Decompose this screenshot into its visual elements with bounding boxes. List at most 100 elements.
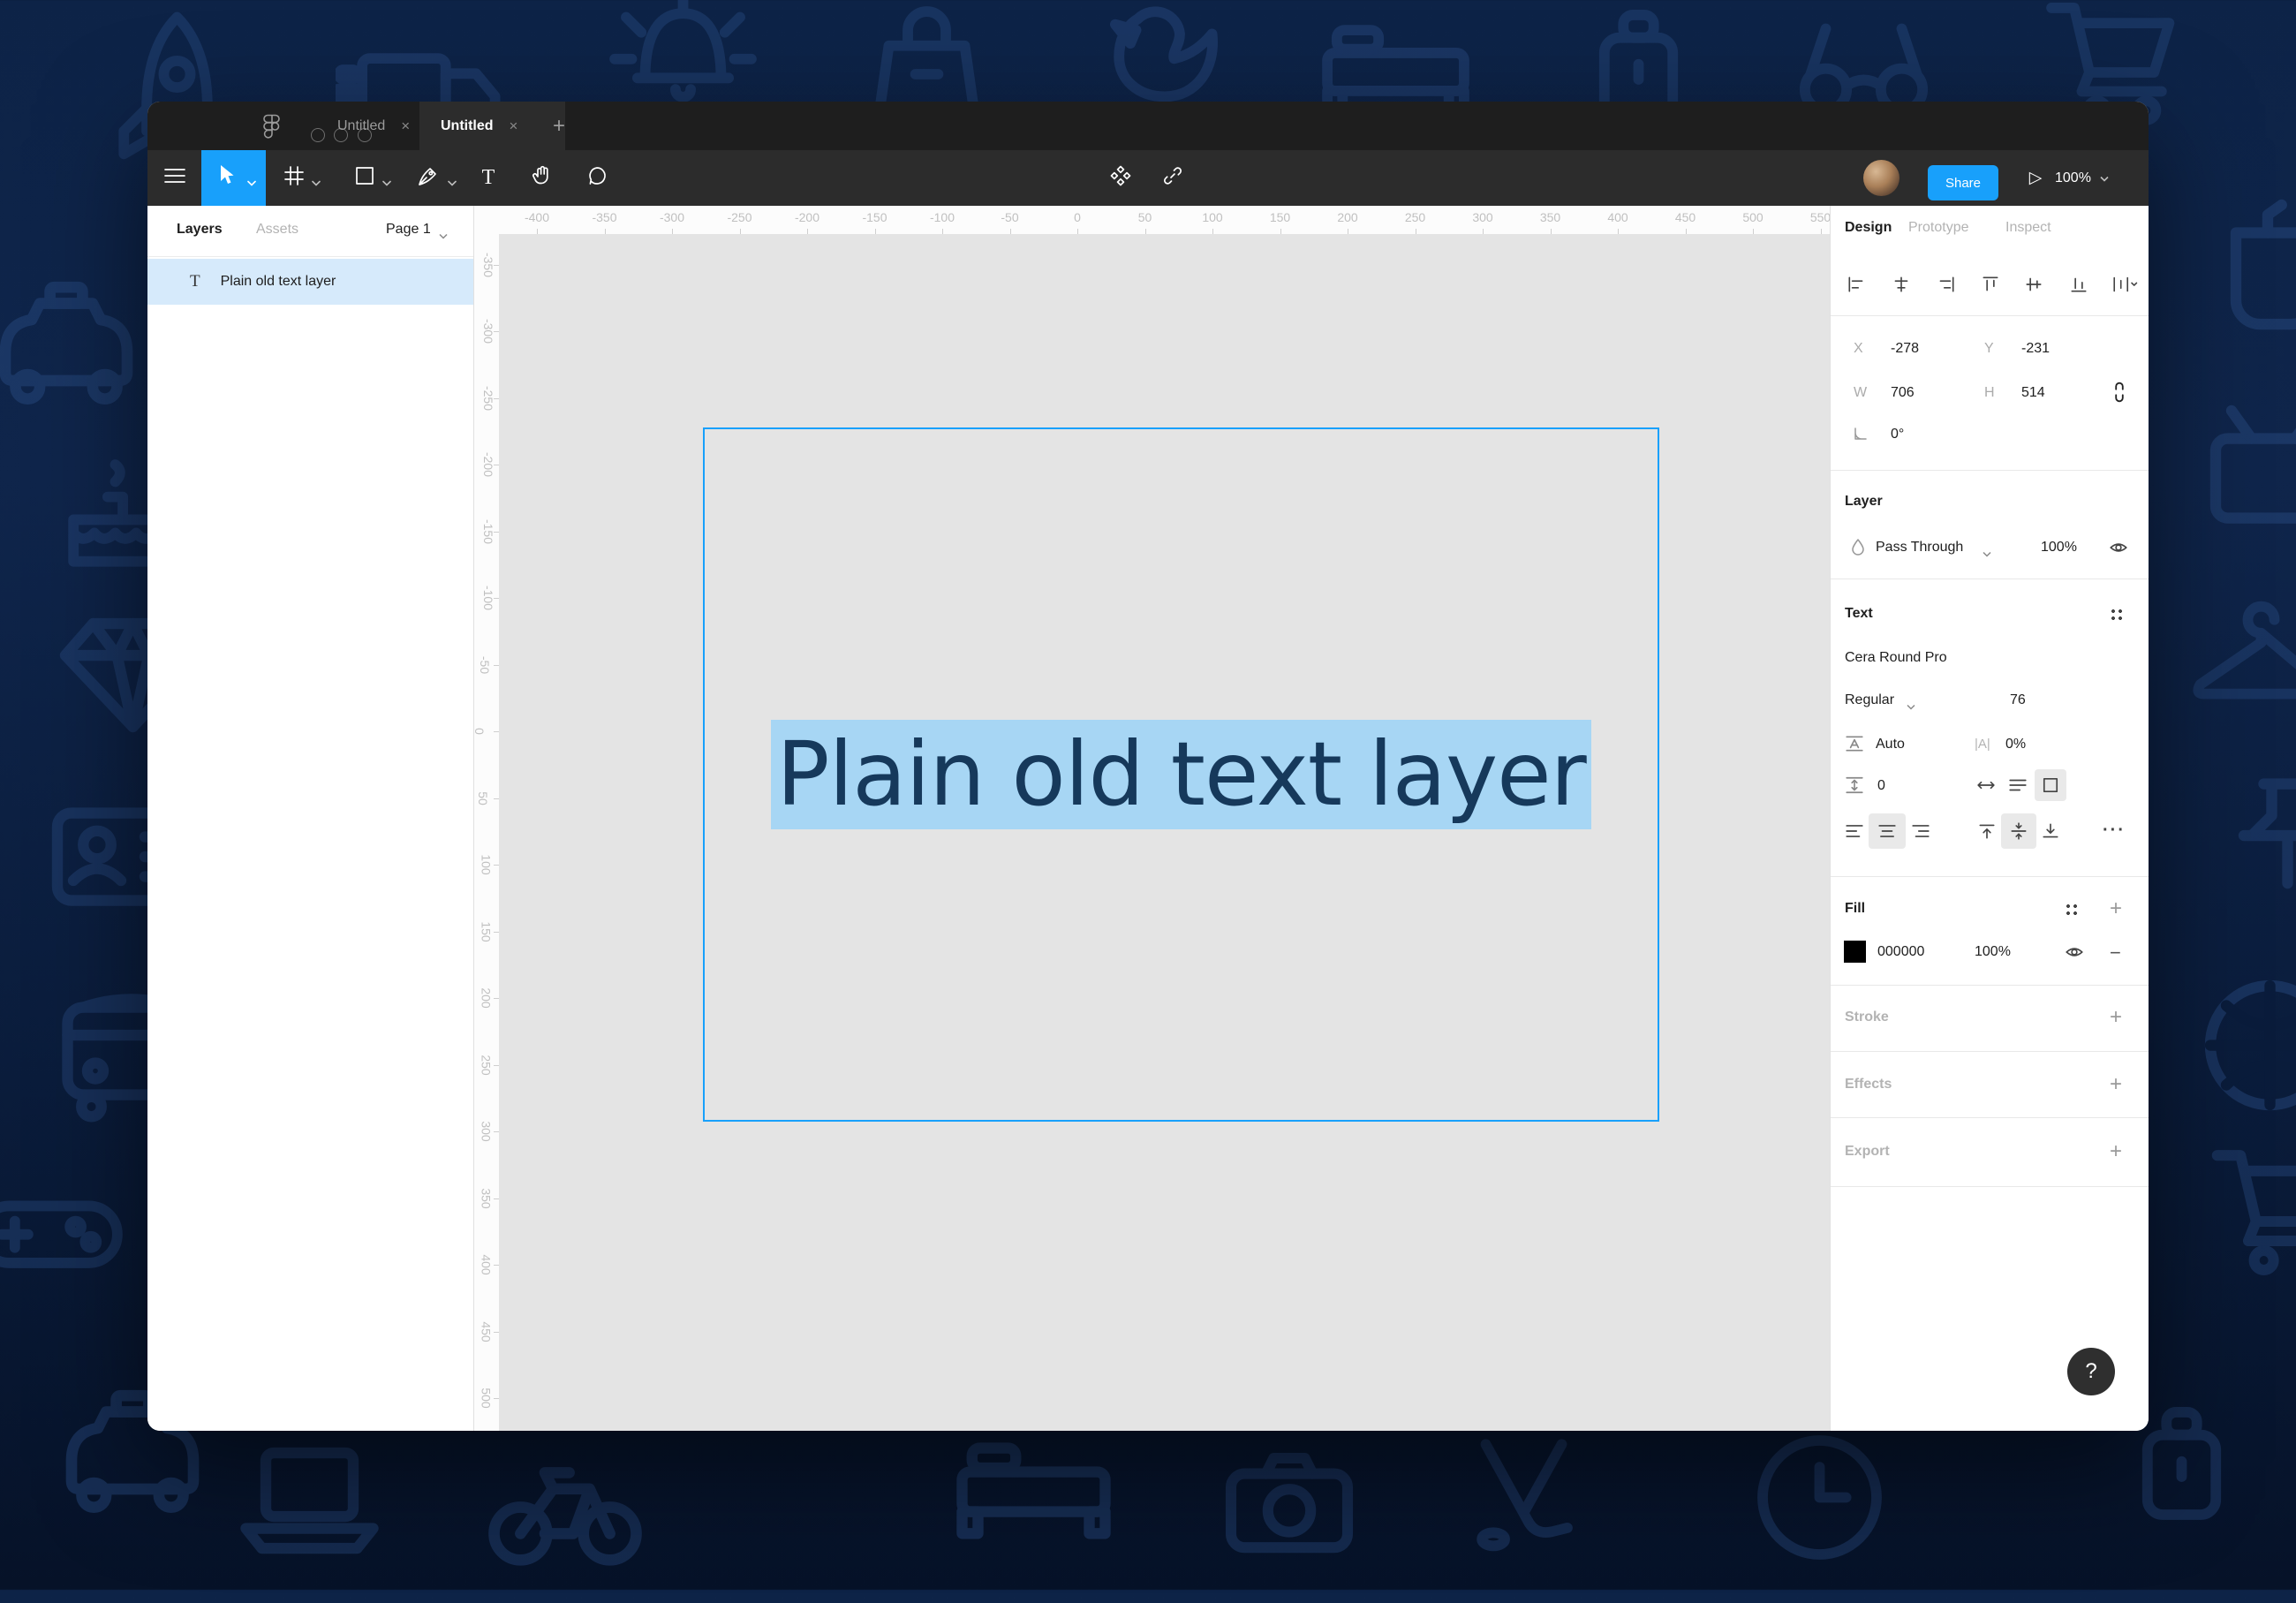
canvas-text-layer[interactable]: Plain old text layer [771, 720, 1591, 829]
text-tool-button[interactable]: T [472, 150, 504, 206]
tab-assets[interactable]: Assets [256, 222, 298, 238]
h-value[interactable]: 514 [2021, 385, 2045, 401]
paragraph-spacing-icon [1845, 775, 1864, 799]
h-ruler-label: 450 [1675, 210, 1696, 224]
layers-panel: Layers Assets Page 1 T Plain old text la… [147, 206, 474, 1431]
y-value[interactable]: -231 [2021, 341, 2050, 357]
align-left-button[interactable] [1847, 275, 1866, 299]
text-align-left-button[interactable] [1845, 822, 1864, 844]
tab-label: Untitled [441, 118, 494, 134]
main-menu-button[interactable] [155, 150, 195, 206]
share-button[interactable]: Share [1928, 165, 1998, 200]
type-details-button[interactable]: ··· [2103, 820, 2126, 841]
tab-untitled-1[interactable]: Untitled × [337, 102, 410, 150]
tab-inspect[interactable]: Inspect [2005, 220, 2051, 236]
fill-visibility-eye-icon[interactable] [2065, 944, 2084, 964]
line-height-icon [1845, 734, 1864, 758]
v-ruler-label: 400 [480, 1254, 494, 1274]
distribute-button[interactable] [2111, 275, 2138, 299]
hand-tool-icon [532, 164, 553, 192]
vertical-align-middle-button-selected[interactable] [2001, 813, 2036, 849]
v-ruler-label: 350 [480, 1188, 494, 1208]
zoom-level-value: 100% [2055, 170, 2091, 186]
text-section-header: Text [1845, 606, 1873, 622]
fill-section-header: Fill [1845, 901, 1865, 917]
align-right-button[interactable] [1937, 275, 1956, 299]
blend-mode-select[interactable]: Pass Through [1876, 540, 1963, 556]
remove-fill-button[interactable]: − [2110, 941, 2121, 964]
x-value[interactable]: -278 [1891, 341, 1919, 357]
page-selector[interactable]: Page 1 [386, 222, 431, 238]
mug-icon [2188, 173, 2296, 372]
chevron-down-icon[interactable] [312, 175, 321, 191]
hand-tool-button[interactable] [525, 150, 559, 206]
text-selection-box[interactable]: Plain old text layer [703, 427, 1659, 1122]
w-label: W [1854, 385, 1867, 401]
text-layer-icon: T [190, 272, 200, 291]
chevron-down-icon[interactable] [1983, 546, 1991, 562]
layer-row-selected[interactable]: T Plain old text layer [147, 259, 473, 305]
link-tool-button[interactable] [1156, 150, 1190, 206]
fill-styles-icon[interactable] [2066, 904, 2078, 916]
align-vertical-center-button[interactable] [2024, 275, 2043, 299]
pen-tool-button[interactable] [411, 150, 446, 206]
help-button[interactable]: ? [2067, 1348, 2115, 1395]
zoom-level-control[interactable]: 100% [2055, 150, 2109, 206]
visibility-eye-icon[interactable] [2109, 540, 2128, 560]
shape-tool-button[interactable] [349, 150, 381, 206]
blend-mode-icon [1850, 538, 1866, 560]
font-weight-select[interactable]: Regular [1845, 692, 1894, 708]
letter-spacing-input[interactable]: 0% [2005, 737, 2026, 752]
component-tool-button[interactable] [1104, 150, 1137, 206]
rotation-value[interactable]: 0° [1891, 427, 1904, 442]
align-bottom-button[interactable] [2069, 275, 2088, 299]
fixed-size-button-selected[interactable] [2035, 769, 2066, 801]
align-horizontal-center-button[interactable] [1892, 275, 1911, 299]
fill-opacity-input[interactable]: 100% [1975, 944, 2011, 960]
tab-close-icon[interactable]: × [401, 117, 410, 135]
auto-width-icon[interactable] [1976, 778, 1996, 797]
layer-opacity-value[interactable]: 100% [2041, 540, 2077, 556]
auto-height-icon[interactable] [2008, 778, 2028, 797]
w-value[interactable]: 706 [1891, 385, 1915, 401]
vertical-align-top-button[interactable] [1977, 822, 1997, 844]
font-size-input[interactable]: 76 [2010, 692, 2026, 708]
present-button[interactable]: ▷ [2020, 150, 2051, 206]
tab-design[interactable]: Design [1845, 220, 1892, 236]
window-close-button[interactable] [311, 128, 325, 142]
add-fill-button[interactable]: + [2110, 898, 2122, 919]
font-family-select[interactable]: Cera Round Pro [1845, 650, 1947, 666]
text-styles-icon[interactable] [2111, 609, 2123, 621]
v-ruler-label: 150 [480, 921, 494, 941]
chevron-down-icon[interactable] [382, 175, 391, 191]
chevron-down-icon[interactable] [439, 228, 448, 244]
add-export-button[interactable]: + [2110, 1141, 2122, 1162]
text-align-center-button-selected[interactable] [1869, 813, 1906, 849]
paragraph-spacing-input[interactable]: 0 [1877, 778, 1885, 794]
chevron-down-icon[interactable] [1907, 699, 1915, 715]
chevron-down-icon[interactable] [247, 175, 256, 191]
text-align-right-button[interactable] [1911, 822, 1930, 844]
canvas[interactable]: Plain old text layer [499, 234, 1830, 1431]
avatar[interactable] [1863, 160, 1899, 196]
add-stroke-button[interactable]: + [2110, 1007, 2122, 1028]
new-tab-button[interactable]: + [541, 102, 577, 150]
tab-prototype[interactable]: Prototype [1908, 220, 1968, 236]
constrain-proportions-icon[interactable] [2111, 381, 2127, 408]
titlebar: Untitled × Untitled × + [147, 102, 2149, 150]
fill-hex-input[interactable]: 000000 [1877, 944, 1924, 960]
vertical-align-bottom-button[interactable] [2041, 822, 2060, 844]
comment-icon [586, 165, 608, 191]
tab-close-icon[interactable]: × [510, 117, 518, 135]
align-top-button[interactable] [1981, 275, 2000, 299]
vertical-ruler: -350-300-250-200-150-100-500501001502002… [474, 234, 499, 1431]
fill-color-swatch[interactable] [1844, 941, 1866, 963]
comment-tool-button[interactable] [580, 150, 614, 206]
frame-tool-button[interactable] [278, 150, 310, 206]
add-effect-button[interactable]: + [2110, 1074, 2122, 1095]
chevron-down-icon[interactable] [448, 175, 457, 191]
line-height-input[interactable]: Auto [1876, 737, 1905, 752]
tab-layers[interactable]: Layers [177, 222, 223, 238]
v-ruler-label: 0 [474, 728, 487, 735]
move-tool-button[interactable] [201, 150, 266, 206]
